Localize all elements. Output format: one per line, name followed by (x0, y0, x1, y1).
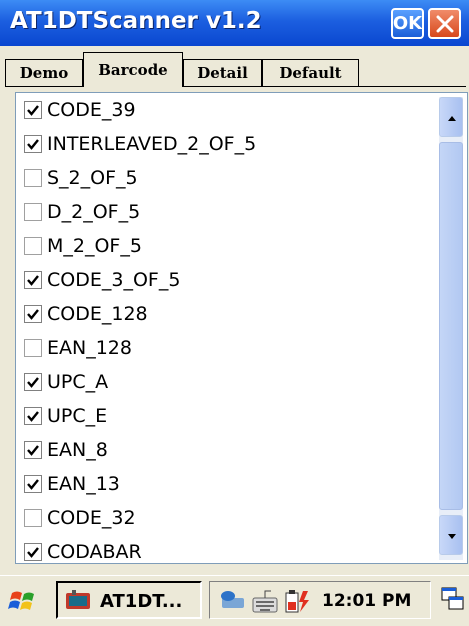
checkmark-icon (27, 547, 39, 558)
checkmark-icon (27, 411, 39, 422)
list-item-label: UPC_A (47, 371, 109, 393)
scroll-down-icon (448, 534, 456, 539)
windows-start-icon[interactable] (8, 585, 38, 615)
list-item[interactable]: D_2_OF_5 (24, 200, 140, 224)
window-title: AT1DTScanner v1.2 (10, 8, 262, 34)
checkmark-icon (27, 105, 39, 116)
network-icon[interactable] (218, 588, 248, 612)
checkbox[interactable] (24, 509, 42, 527)
checkbox[interactable] (24, 101, 42, 119)
battery-icon[interactable] (283, 588, 313, 614)
list-item[interactable]: CODABAR (24, 540, 142, 564)
close-button[interactable] (428, 8, 461, 39)
vertical-scrollbar[interactable] (439, 97, 463, 560)
barcode-list[interactable]: CODE_39 INTERLEAVED_2_OF_5 S_2_OF_5 D_2_OF_… (15, 92, 468, 564)
tab-demo[interactable]: Demo (5, 59, 83, 86)
list-item-label: CODE_39 (47, 99, 136, 121)
checkmark-icon (27, 377, 39, 388)
checkbox[interactable] (24, 135, 42, 153)
list-item[interactable]: INTERLEAVED_2_OF_5 (24, 132, 256, 156)
title-bar: AT1DTScanner v1.2 OK (0, 0, 469, 46)
checkbox[interactable] (24, 169, 42, 187)
taskbar: AT1DT... 12:01 PM (0, 575, 469, 626)
clock[interactable]: 12:01 PM (322, 591, 411, 611)
list-item-label: CODE_3_OF_5 (47, 269, 181, 291)
list-item[interactable]: UPC_A (24, 370, 108, 394)
list-item[interactable]: CODE_32 (24, 506, 136, 530)
checkmark-icon (27, 139, 39, 150)
checkmark-icon (27, 275, 39, 286)
taskbar-app-label: AT1DT... (100, 591, 183, 612)
list-item[interactable]: EAN_13 (24, 472, 120, 496)
list-item-label: EAN_128 (47, 337, 132, 359)
scroll-up-icon (448, 116, 456, 121)
app-icon (66, 590, 90, 609)
list-item-label: D_2_OF_5 (47, 201, 141, 223)
list-item-label: INTERLEAVED_2_OF_5 (47, 133, 257, 155)
taskbar-app-button[interactable]: AT1DT... (56, 581, 202, 619)
checkbox[interactable] (24, 475, 42, 493)
checkmark-icon (27, 309, 39, 320)
scroll-thumb[interactable] (439, 142, 463, 510)
list-item-label: CODE_32 (47, 507, 136, 529)
list-item[interactable]: CODE_128 (24, 302, 148, 326)
ok-button[interactable]: OK (391, 8, 424, 39)
list-item[interactable]: EAN_8 (24, 438, 108, 462)
system-tray: 12:01 PM (209, 581, 431, 619)
list-item[interactable]: S_2_OF_5 (24, 166, 138, 190)
checkmark-icon (27, 479, 39, 490)
list-item-label: UPC_E (47, 405, 108, 427)
close-icon (436, 15, 454, 33)
list-item[interactable]: CODE_3_OF_5 (24, 268, 180, 292)
checkbox[interactable] (24, 407, 42, 425)
checkbox[interactable] (24, 441, 42, 459)
list-item-label: EAN_8 (47, 439, 108, 461)
list-item[interactable]: EAN_128 (24, 336, 132, 360)
list-item-label: EAN_13 (47, 473, 120, 495)
list-item-label: M_2_OF_5 (47, 235, 142, 257)
keyboard-icon[interactable] (251, 588, 279, 614)
checkbox[interactable] (24, 203, 42, 221)
list-item[interactable]: UPC_E (24, 404, 107, 428)
list-item[interactable]: M_2_OF_5 (24, 234, 142, 258)
checkbox[interactable] (24, 237, 42, 255)
tab-detail[interactable]: Detail (183, 59, 262, 86)
tab-divider (5, 86, 466, 87)
desktop-icon[interactable] (441, 586, 465, 612)
list-item-label: CODABAR (47, 541, 142, 563)
checkbox[interactable] (24, 305, 42, 323)
checkbox[interactable] (24, 373, 42, 391)
list-item-label: S_2_OF_5 (47, 167, 138, 189)
list-item-label: CODE_128 (47, 303, 148, 325)
tab-default[interactable]: Default (262, 59, 359, 86)
checkmark-icon (27, 445, 39, 456)
checkbox[interactable] (24, 543, 42, 561)
tab-barcode[interactable]: Barcode (83, 52, 183, 87)
scroll-down-button[interactable] (439, 515, 463, 555)
list-item[interactable]: CODE_39 (24, 98, 136, 122)
checkbox[interactable] (24, 271, 42, 289)
scroll-up-button[interactable] (439, 97, 463, 137)
checkbox[interactable] (24, 339, 42, 357)
